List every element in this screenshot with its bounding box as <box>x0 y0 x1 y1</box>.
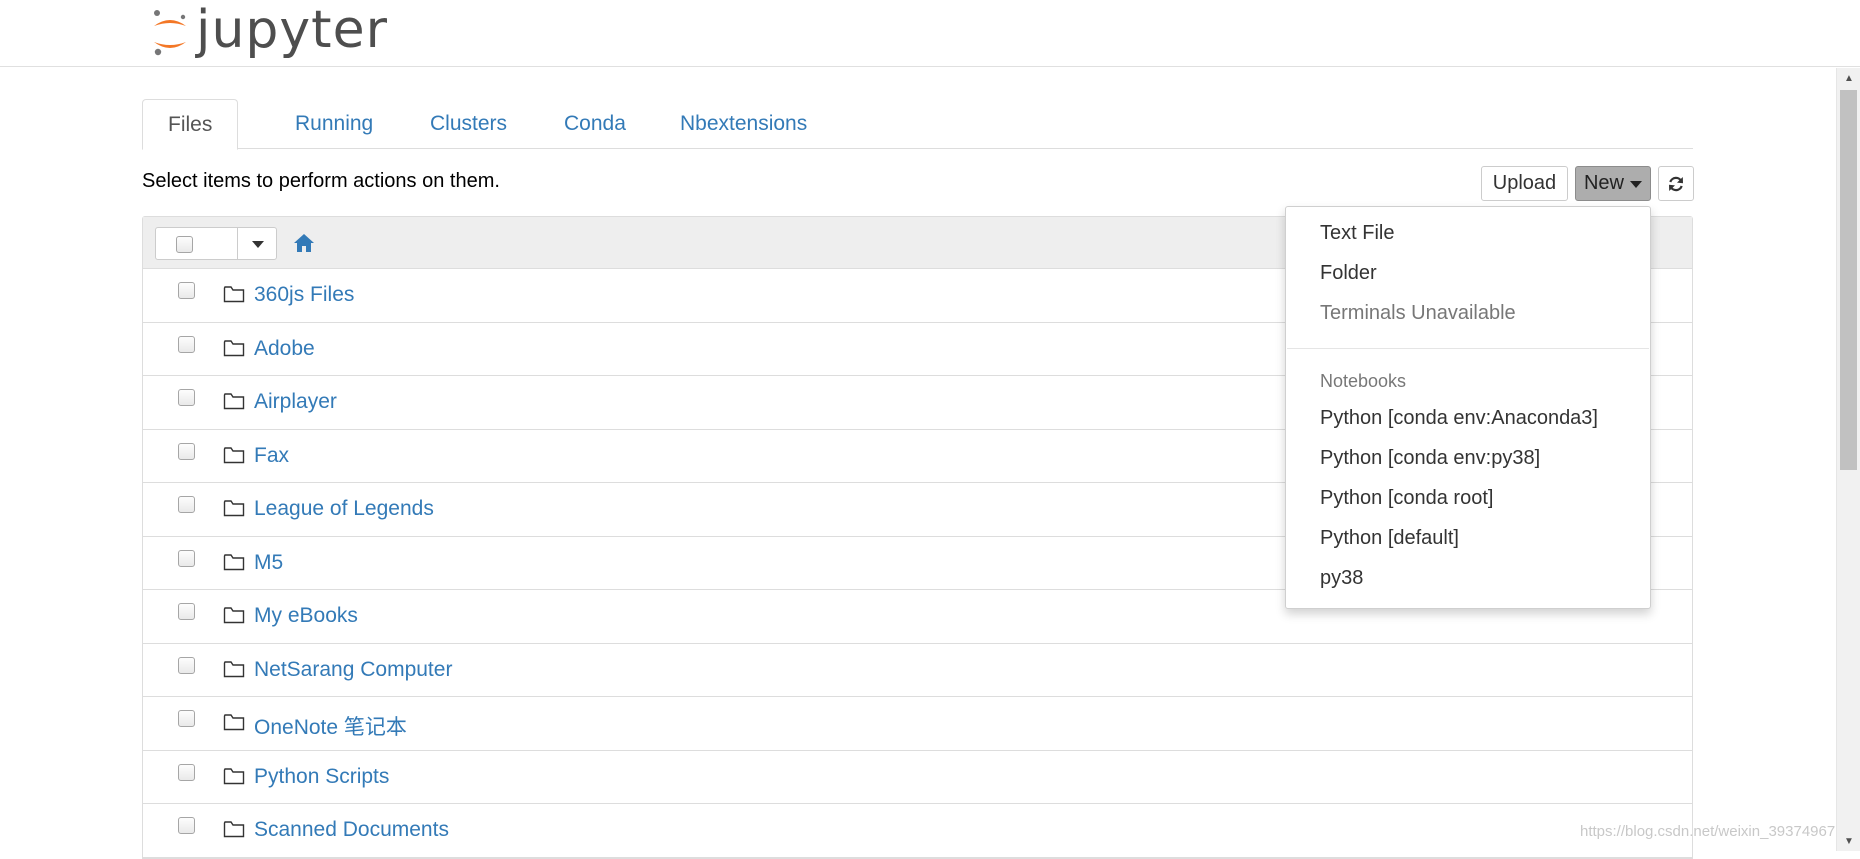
folder-icon <box>223 660 245 677</box>
select-all-group[interactable] <box>155 227 277 260</box>
file-name-link[interactable]: Python Scripts <box>254 765 389 789</box>
file-name-link[interactable]: NetSarang Computer <box>254 658 452 682</box>
row-checkbox[interactable] <box>178 442 195 460</box>
logo-text: jupyter <box>196 0 388 60</box>
menu-item-folder[interactable]: Folder <box>1320 262 1377 285</box>
folder-icon <box>223 393 245 410</box>
row-checkbox[interactable] <box>178 549 195 567</box>
folder-icon <box>223 446 245 463</box>
row-checkbox[interactable] <box>178 710 195 727</box>
select-dropdown-caret-icon[interactable] <box>252 241 264 248</box>
folder-icon <box>223 607 245 624</box>
file-name-link[interactable]: Fax <box>254 444 289 468</box>
file-name-link[interactable]: Adobe <box>254 337 315 361</box>
new-button-label: New <box>1583 172 1624 194</box>
file-name-link[interactable]: 360js Files <box>254 283 354 307</box>
row-checkbox[interactable] <box>178 817 195 834</box>
tab-running[interactable]: Running <box>270 99 398 149</box>
table-row[interactable]: Python Scripts <box>143 751 1692 804</box>
table-row[interactable]: NetSarang Computer <box>143 644 1692 697</box>
select-group-divider <box>237 228 238 259</box>
folder-icon <box>223 767 245 784</box>
select-all-checkbox[interactable] <box>176 236 193 253</box>
menu-header-notebooks: Notebooks <box>1320 371 1407 391</box>
scroll-down-arrow-icon[interactable]: ▼ <box>1837 831 1860 851</box>
file-name-link[interactable]: My eBooks <box>254 604 358 628</box>
row-checkbox[interactable] <box>178 656 195 674</box>
file-name-link[interactable]: OneNote 笔记本 <box>254 711 407 741</box>
upload-button[interactable]: Upload <box>1481 166 1568 201</box>
file-name-link[interactable]: M5 <box>254 551 283 575</box>
new-dropdown-menu: Text File Folder Terminals Unavailable N… <box>1285 206 1651 609</box>
row-checkbox[interactable] <box>178 389 195 406</box>
jupyter-logo-icon <box>154 10 186 56</box>
scroll-thumb[interactable] <box>1840 90 1857 470</box>
menu-item-terminals-unavailable: Terminals Unavailable <box>1320 302 1516 324</box>
folder-icon <box>223 286 245 303</box>
home-icon[interactable] <box>293 233 315 253</box>
refresh-icon <box>1669 176 1683 191</box>
menu-item-kernel-anaconda3[interactable]: Python [conda env:Anaconda3] <box>1320 407 1598 430</box>
scroll-up-arrow-icon[interactable]: ▲ <box>1837 68 1860 88</box>
folder-icon <box>223 821 245 838</box>
menu-item-kernel-py38[interactable]: py38 <box>1320 567 1363 590</box>
tab-clusters[interactable]: Clusters <box>405 99 532 149</box>
tab-files[interactable]: Files <box>142 99 239 150</box>
menu-item-kernel-default[interactable]: Python [default] <box>1320 527 1459 550</box>
row-checkbox[interactable] <box>178 282 195 299</box>
row-checkbox[interactable] <box>178 603 195 620</box>
watermark: https://blog.csdn.net/weixin_39374967 <box>1580 823 1836 840</box>
file-name-link[interactable]: Scanned Documents <box>254 818 449 842</box>
row-checkbox[interactable] <box>178 763 195 781</box>
refresh-button[interactable] <box>1658 166 1694 201</box>
new-button[interactable]: New <box>1575 166 1651 201</box>
folder-icon <box>223 714 245 731</box>
menu-item-text-file[interactable]: Text File <box>1320 222 1394 245</box>
tab-nbextensions[interactable]: Nbextensions <box>655 99 832 149</box>
tab-bar: Files Running Clusters Conda Nbextension… <box>142 99 1693 150</box>
row-checkbox[interactable] <box>178 335 195 353</box>
page-scrollbar[interactable]: ▲ ▼ <box>1836 68 1860 851</box>
file-name-link[interactable]: League of Legends <box>254 497 434 521</box>
folder-icon <box>223 553 245 570</box>
menu-item-kernel-py38-env[interactable]: Python [conda env:py38] <box>1320 447 1540 470</box>
tab-conda[interactable]: Conda <box>539 99 651 149</box>
jupyter-logo[interactable]: jupyter <box>150 4 388 62</box>
table-row[interactable]: OneNote 笔记本 <box>143 697 1692 751</box>
folder-icon <box>223 339 245 356</box>
header: jupyter <box>0 0 1860 67</box>
folder-icon <box>223 500 245 517</box>
menu-divider <box>1287 348 1649 349</box>
menu-item-kernel-conda-root[interactable]: Python [conda root] <box>1320 487 1493 510</box>
table-row[interactable]: Scanned Documents <box>143 804 1692 858</box>
caret-down-icon <box>1630 181 1642 188</box>
selection-hint: Select items to perform actions on them. <box>142 170 500 192</box>
file-name-link[interactable]: Airplayer <box>254 390 337 414</box>
row-checkbox[interactable] <box>178 496 195 513</box>
